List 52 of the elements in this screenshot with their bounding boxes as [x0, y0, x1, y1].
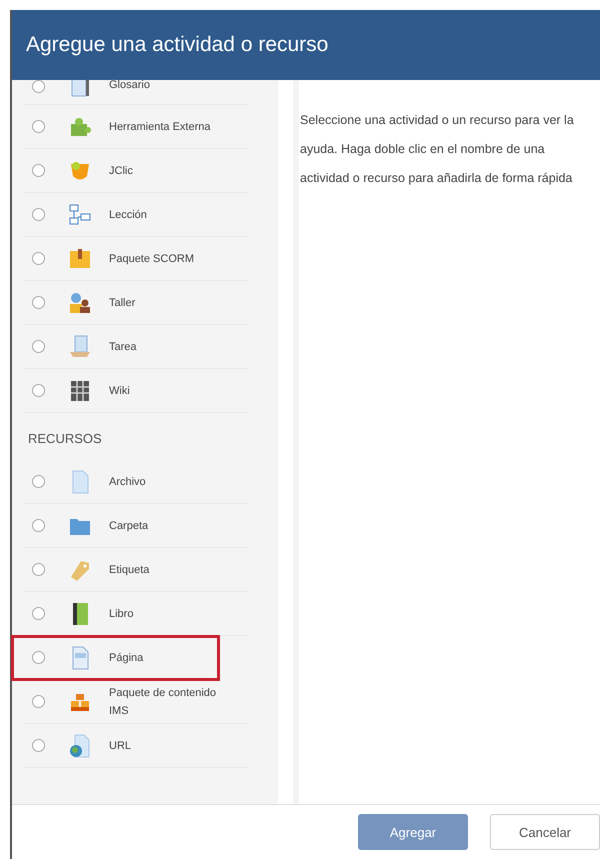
module-name: Etiqueta	[109, 562, 150, 578]
module-name: URL	[109, 738, 132, 754]
radio-button[interactable]	[32, 563, 45, 576]
radio-button[interactable]	[32, 164, 45, 177]
module-name: Carpeta	[109, 518, 150, 534]
radio-button[interactable]	[32, 739, 45, 752]
module-name: Lección	[109, 208, 148, 222]
radio-button[interactable]	[32, 80, 45, 93]
radio-button[interactable]	[32, 475, 45, 488]
radio-button[interactable]	[32, 252, 45, 265]
module-option[interactable]: Paquete de contenido IMS	[24, 680, 249, 724]
module-option[interactable]: Tarea	[24, 325, 249, 369]
radio-button[interactable]	[32, 384, 45, 397]
module-name: Tarea	[109, 340, 138, 354]
module-option[interactable]: JClic	[24, 149, 249, 193]
radio-button[interactable]	[32, 296, 45, 309]
module-name: Página	[109, 650, 144, 666]
flowchart-icon	[67, 202, 93, 228]
radio-button[interactable]	[32, 340, 45, 353]
module-option[interactable]: Glosario	[24, 80, 249, 105]
cancel-button[interactable]: Cancelar	[490, 814, 600, 850]
module-name: Glosario	[109, 80, 151, 93]
module-name: Paquete SCORM	[109, 252, 195, 266]
section-heading: RECURSOS	[27, 430, 103, 448]
radio-button[interactable]	[32, 651, 45, 664]
module-option[interactable]: Paquete SCORM	[24, 237, 249, 281]
module-option[interactable]: URL	[24, 724, 249, 768]
module-name: Taller	[109, 296, 136, 310]
module-name: Paquete de contenido IMS	[109, 686, 218, 718]
radio-button[interactable]	[32, 208, 45, 221]
document-icon	[67, 334, 93, 360]
radio-button[interactable]	[32, 120, 45, 133]
module-name: Libro	[109, 606, 134, 622]
module-option[interactable]: Wiki	[24, 369, 249, 413]
scrollbar[interactable]	[293, 80, 299, 804]
module-option[interactable]: Página	[12, 636, 219, 680]
module-option[interactable]: Lección	[24, 193, 249, 237]
module-name: Wiki	[109, 384, 131, 398]
module-name: JClic	[109, 164, 134, 178]
help-text: Seleccione una actividad o un recurso para ver la ayuda. Haga doble clic en el nombre de una actividad o recurso para añadirla de forma rápida	[300, 112, 575, 187]
module-option[interactable]: Archivo	[24, 460, 249, 504]
module-option[interactable]: Etiqueta	[24, 548, 249, 592]
module-option[interactable]: Carpeta	[24, 504, 249, 548]
radio-button[interactable]	[32, 607, 45, 620]
module-option[interactable]: Taller	[24, 281, 249, 325]
radio-button[interactable]	[32, 695, 45, 708]
module-name: Archivo	[109, 474, 147, 490]
module-option[interactable]: Herramienta Externa	[24, 105, 249, 149]
radio-button[interactable]	[32, 519, 45, 532]
module-name: Herramienta Externa	[109, 120, 212, 134]
dialog-title: Agregue una actividad o recurso	[26, 33, 328, 57]
module-option[interactable]: Libro	[24, 592, 249, 636]
